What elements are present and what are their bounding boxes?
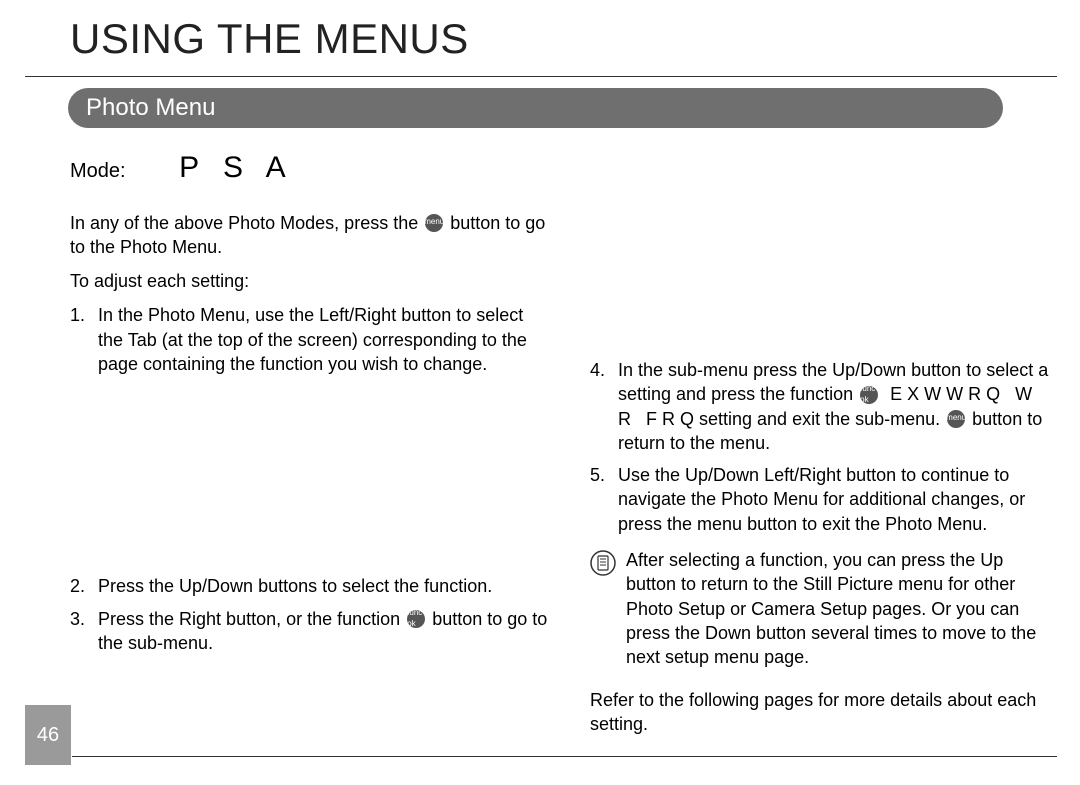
menu-icon: menu	[947, 410, 965, 428]
menu-icon: menu	[425, 214, 443, 232]
step-text: In the sub-menu press the Up/Down button…	[618, 358, 1050, 455]
steps-list-left-cont: 2. Press the Up/Down buttons to select t…	[70, 574, 550, 655]
step-5: 5. Use the Up/Down Left/Right button to …	[590, 463, 1050, 536]
step-4: 4. In the sub-menu press the Up/Down but…	[590, 358, 1050, 455]
intro-paragraph: In any of the above Photo Modes, press t…	[70, 211, 550, 260]
step-text: Press the Up/Down buttons to select the …	[98, 574, 550, 598]
manual-page: USING THE MENUS Photo Menu Mode: P S A I…	[0, 0, 1080, 785]
step-number: 2.	[70, 574, 98, 598]
mode-letters: P S A	[179, 151, 294, 184]
steps-list-left: 1. In the Photo Menu, use the Left/Right…	[70, 303, 550, 376]
step-number: 5.	[590, 463, 618, 536]
divider-top	[25, 76, 1057, 77]
content-area: Mode: P S A In any of the above Photo Mo…	[70, 148, 1055, 655]
section-heading: Photo Menu	[68, 88, 1003, 128]
chapter-title: USING THE MENUS	[70, 15, 1055, 63]
figure-gap	[70, 384, 550, 574]
mode-label: Mode:	[70, 160, 126, 182]
step-1: 1. In the Photo Menu, use the Left/Right…	[70, 303, 550, 376]
refer-paragraph: Refer to the following pages for more de…	[590, 688, 1050, 737]
right-column: 4. In the sub-menu press the Up/Down but…	[590, 358, 1050, 736]
steps-list-right: 4. In the sub-menu press the Up/Down but…	[590, 358, 1050, 536]
func-ok-icon: func ok	[407, 610, 425, 628]
note-text: After selecting a function, you can pres…	[626, 548, 1050, 669]
page-number: 46	[25, 705, 71, 765]
step-text: Press the Right button, or the function …	[98, 607, 550, 656]
note-icon	[590, 550, 618, 576]
step-text: In the Photo Menu, use the Left/Right bu…	[98, 303, 550, 376]
step-number: 1.	[70, 303, 98, 376]
mode-row: Mode: P S A	[70, 148, 1055, 189]
step-number: 3.	[70, 607, 98, 656]
divider-bottom	[72, 756, 1057, 757]
step-number: 4.	[590, 358, 618, 455]
func-ok-icon: func ok	[860, 386, 878, 404]
step-3: 3. Press the Right button, or the functi…	[70, 607, 550, 656]
left-column: In any of the above Photo Modes, press t…	[70, 211, 550, 656]
step-text: Use the Up/Down Left/Right button to con…	[618, 463, 1050, 536]
step-2: 2. Press the Up/Down buttons to select t…	[70, 574, 550, 598]
adjust-label: To adjust each setting:	[70, 269, 550, 293]
note-block: After selecting a function, you can pres…	[590, 548, 1050, 669]
